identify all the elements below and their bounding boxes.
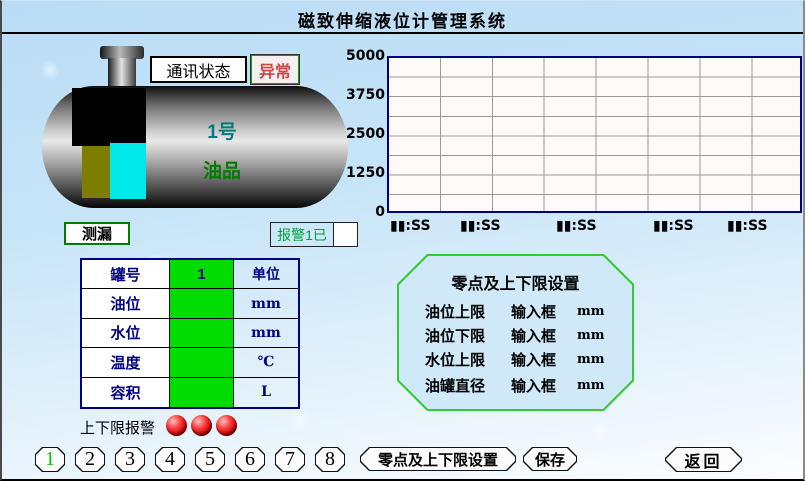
alarm-status-box: 报警1已 [270,222,358,247]
setting-unit: mm [577,378,605,393]
settings-panel-title: 零点及上下限设置 [399,270,632,294]
alarm-status-label: 报警1已 [271,223,333,246]
table-row-unit: L [234,378,298,407]
tank-button-1[interactable]: 1 [35,447,65,472]
tank-button-3[interactable]: 3 [115,447,145,472]
tank-nozzle-neck [108,58,136,89]
table-row-value [170,378,234,407]
y-axis-tick: 2500 [342,126,385,142]
limits-settings-panel-inner: 零点及上下限设置 油位上限 输入框 mm 油位下限 输入框 mm 水位上限 输入… [399,256,632,409]
settings-row: 油位下限 输入框 mm [425,324,615,346]
table-unit-header: 单位 [234,260,298,289]
tank-button-5[interactable]: 5 [195,447,225,472]
setting-input-field[interactable]: 输入框 [511,349,577,370]
trend-chart-plot [387,56,802,213]
tank-water-level-bar [110,143,146,199]
table-row-label: 水位 [82,319,170,348]
tank-data-table: 罐号 1 单位 油位 mm 水位 mm 温度 ℃ 容积 L [80,258,300,409]
limit-alarm-label: 上下限报警 [80,417,155,438]
tank-button-2[interactable]: 2 [75,447,105,472]
x-axis-tick: ▮▮:SS [556,218,602,234]
tank-button-8[interactable]: 8 [315,447,345,472]
comm-status-button[interactable]: 通讯状态 [150,56,247,83]
setting-unit: mm [577,328,605,343]
setting-input-field[interactable]: 输入框 [511,375,577,396]
setting-input-field[interactable]: 输入框 [511,325,577,346]
table-row-label: 油位 [82,289,170,318]
setting-label: 水位上限 [425,349,511,370]
table-row-value [170,289,234,318]
settings-row: 水位上限 输入框 mm [425,348,615,370]
tank-oil-level-bar [82,146,110,198]
alarm-status-value [333,223,357,246]
tank-number-label: 1号 [162,117,282,144]
table-row-unit: ℃ [234,348,298,377]
y-axis-tick: 0 [342,204,385,220]
table-row-value [170,319,234,348]
settings-row: 油位上限 输入框 mm [425,300,615,322]
tank-button-7[interactable]: 7 [275,447,305,472]
limits-settings-panel: 零点及上下限设置 油位上限 输入框 mm 油位下限 输入框 mm 水位上限 输入… [397,254,634,411]
tank-level-empty-area [72,88,146,146]
x-axis-tick: ▮▮:SS [390,218,436,234]
tank-product-label: 油品 [162,156,282,183]
save-button[interactable]: 保存 [523,447,577,471]
alarm-light-icon [166,415,187,436]
limits-settings-button[interactable]: 零点及上下限设置 [360,447,516,471]
main-screen: { "title": "磁致伸缩液位计管理系统", "tank": { "nam… [0,0,805,481]
tank-button-4[interactable]: 4 [155,447,185,472]
y-axis-tick: 3750 [342,87,385,103]
setting-label: 油罐直径 [425,375,511,396]
table-row-unit: mm [234,319,298,348]
settings-row: 油罐直径 输入框 mm [425,374,615,396]
y-axis-tick: 5000 [342,48,385,64]
back-button[interactable]: 返回 [665,447,742,472]
leak-test-button[interactable]: 测漏 [64,222,130,245]
tank-button-6[interactable]: 6 [235,447,265,472]
setting-unit: mm [577,304,605,319]
alarm-light-icon [216,415,237,436]
x-axis-tick: ▮▮:SS [460,218,506,234]
table-row-value [170,348,234,377]
setting-label: 油位下限 [425,325,511,346]
table-row-value: 1 [170,260,234,289]
table-row-label: 容积 [82,378,170,407]
x-axis-tick: ▮▮:SS [653,218,699,234]
setting-label: 油位上限 [425,301,511,322]
table-row-label: 罐号 [82,260,170,289]
comm-status-indicator: 异常 [251,55,299,84]
page-title: 磁致伸缩液位计管理系统 [2,7,803,32]
y-axis-tick: 1250 [342,165,385,181]
setting-unit: mm [577,352,605,367]
title-divider [2,32,803,34]
alarm-light-icon [191,415,212,436]
x-axis-tick: ▮▮:SS [727,218,773,234]
setting-input-field[interactable]: 输入框 [511,301,577,322]
table-row-label: 温度 [82,348,170,377]
table-row-unit: mm [234,289,298,318]
